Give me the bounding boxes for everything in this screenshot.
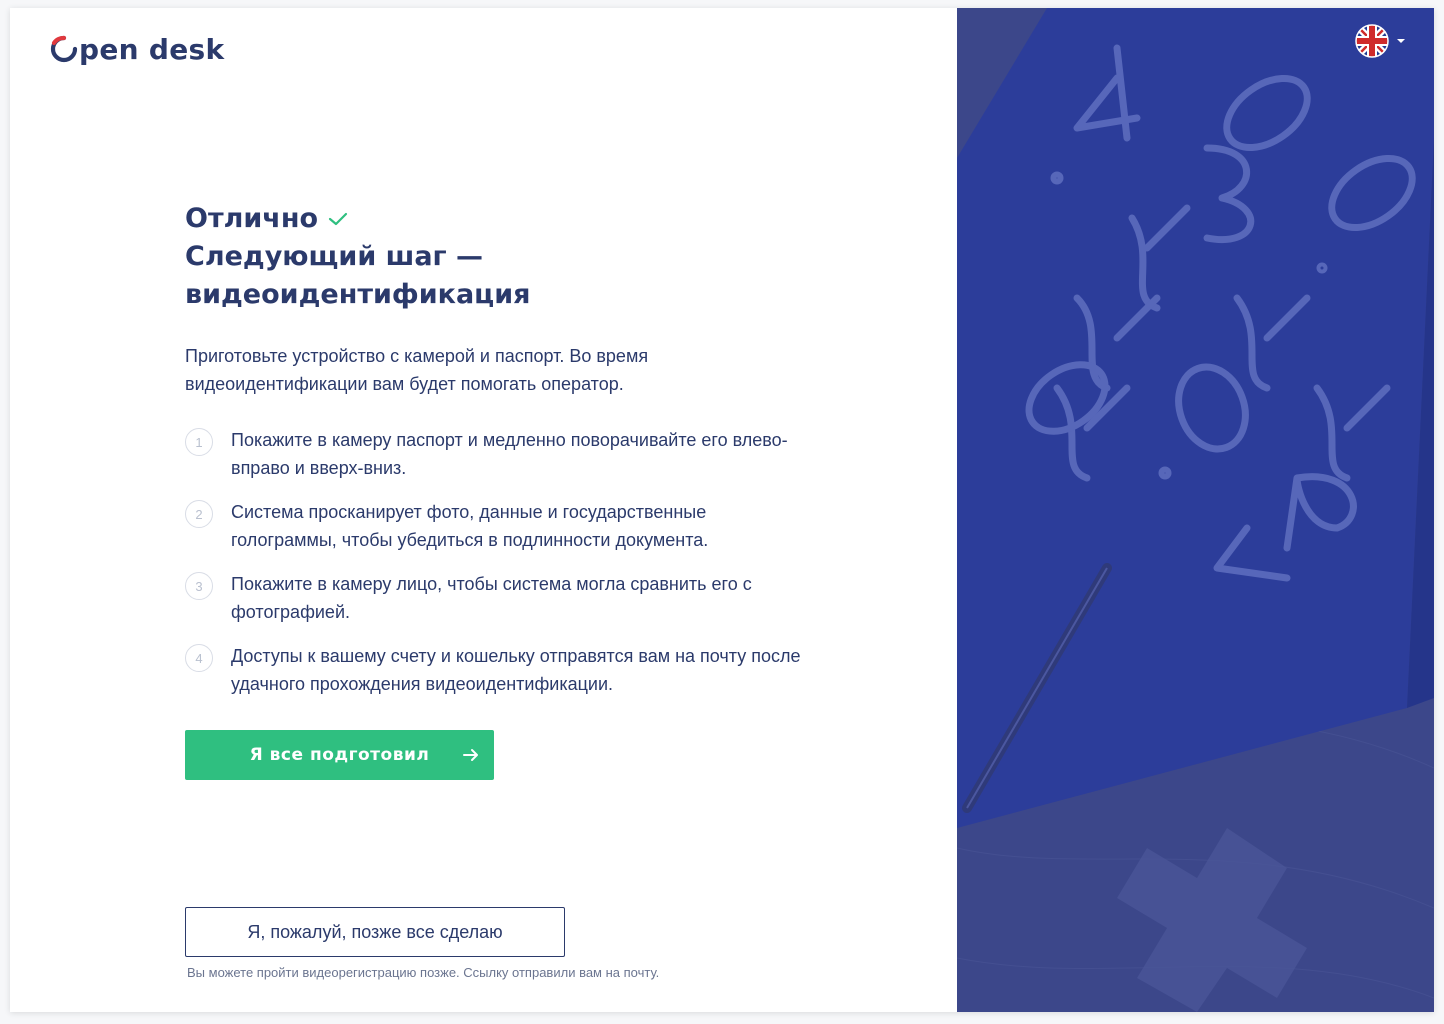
caret-down-icon [1397, 39, 1405, 43]
intro-text: Приготовьте устройство с камерой и паспо… [185, 346, 649, 394]
step-text: Покажите в камеру паспорт и медленно пов… [231, 430, 788, 478]
decorative-panel [957, 8, 1434, 1012]
step-item: 2 Система просканирует фото, данные и го… [185, 498, 825, 554]
step-text: Система просканирует фото, данные и госу… [231, 502, 709, 550]
step-number: 1 [185, 428, 213, 456]
later-hint: Вы можете пройти видеорегистрацию позже.… [187, 965, 660, 980]
step-number: 3 [185, 572, 213, 600]
content: Отлично Следующий шаг — видеоидентификац… [185, 200, 825, 714]
page-title: Отлично [185, 200, 825, 238]
title-great: Отлично [185, 203, 319, 234]
ready-button[interactable]: Я все подготовил [185, 730, 494, 780]
step-number: 2 [185, 500, 213, 528]
logo-mark-icon [50, 35, 78, 63]
later-button[interactable]: Я, пожалуй, позже все сделаю [185, 907, 565, 957]
logo-text: pen desk [79, 32, 225, 66]
page-subtitle: Следующий шаг — видеоидентификация [185, 241, 531, 310]
page-frame: pen desk Отлично Следующий шаг — видеоид… [10, 8, 1434, 1012]
logo[interactable]: pen desk [50, 32, 224, 66]
step-item: 3 Покажите в камеру лицо, чтобы система … [185, 570, 825, 626]
step-text: Покажите в камеру лицо, чтобы система мо… [231, 574, 752, 622]
step-item: 4 Доступы к вашему счету и кошельку отпр… [185, 642, 825, 698]
main-panel: pen desk Отлично Следующий шаг — видеоид… [10, 8, 957, 1012]
language-selector[interactable] [1355, 24, 1405, 58]
uk-flag-icon [1355, 24, 1389, 58]
steps-list: 1 Покажите в камеру паспорт и медленно п… [185, 426, 825, 698]
arrow-right-icon [462, 746, 480, 769]
step-item: 1 Покажите в камеру паспорт и медленно п… [185, 426, 825, 482]
ready-button-label: Я все подготовил [249, 745, 430, 765]
step-number: 4 [185, 644, 213, 672]
step-text: Доступы к вашему счету и кошельку отправ… [231, 646, 801, 694]
check-icon [328, 211, 348, 227]
notebook-illustration [957, 8, 1434, 1012]
